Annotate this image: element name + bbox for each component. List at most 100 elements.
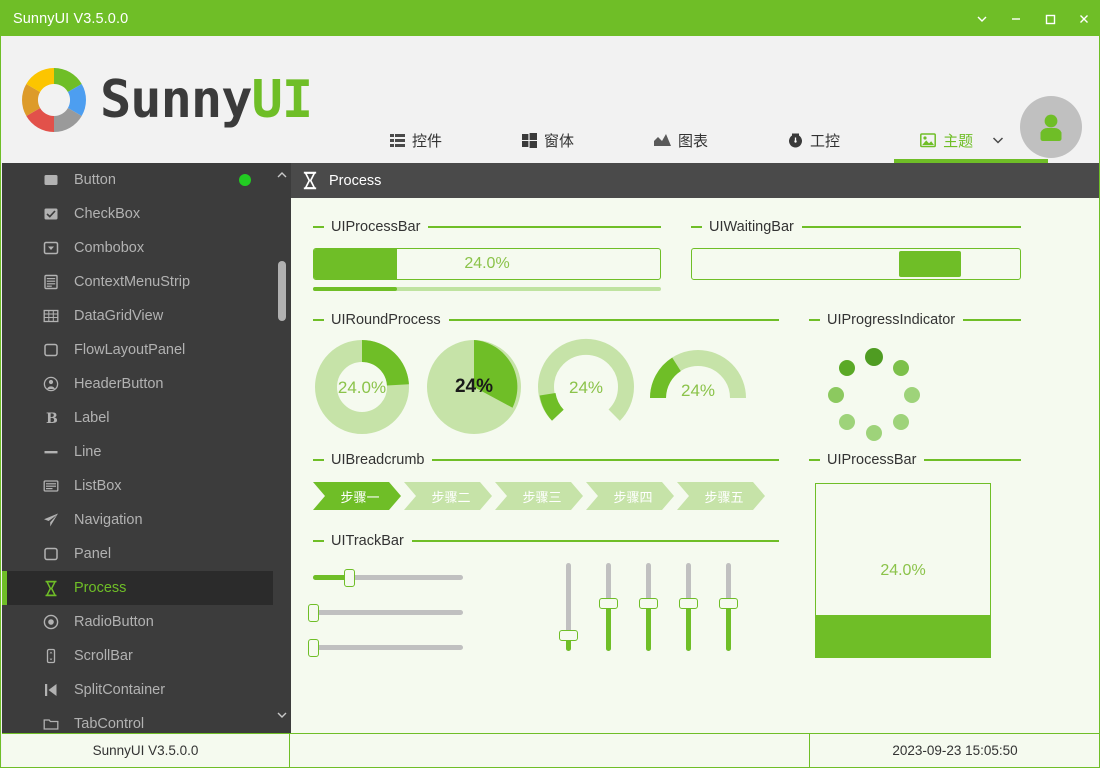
breadcrumb-step[interactable]: 步骤二: [404, 482, 492, 510]
sidebar-item-contextmenustrip[interactable]: ContextMenuStrip: [2, 265, 273, 299]
avatar[interactable]: [1020, 96, 1082, 158]
round-process-value: 24.0%: [337, 378, 387, 397]
nav-item-forms[interactable]: 窗体: [504, 117, 592, 163]
sidebar-item-label: TabControl: [74, 716, 145, 732]
sidebar-item-splitcontainer[interactable]: SplitContainer: [2, 673, 273, 707]
trackbar-thumb[interactable]: [639, 598, 658, 610]
round-process-donut[interactable]: 24.0%: [313, 338, 411, 436]
sidebar-item-navigation[interactable]: Navigation: [2, 503, 273, 537]
group-line: [448, 319, 779, 321]
trackbar-horizontal[interactable]: [313, 564, 463, 590]
title-bar: SunnyUI V3.5.0.0: [1, 1, 1099, 36]
group-roundprocess: UIRoundProcess: [313, 311, 779, 329]
round-process-pie[interactable]: 24%: [425, 338, 523, 436]
sidebar-item-panel[interactable]: Panel: [2, 537, 273, 571]
sidebar-item-checkbox[interactable]: CheckBox: [2, 197, 273, 231]
indicator-dot: [839, 413, 856, 430]
sidebar-item-radiobutton[interactable]: RadioButton: [2, 605, 273, 639]
sidebar: Button CheckBox Combobox ContextMenuStri…: [2, 163, 291, 735]
scroll-down-icon[interactable]: [273, 705, 291, 725]
sidebar-item-label[interactable]: B Label: [2, 401, 273, 435]
sidebar-item-flowlayoutpanel[interactable]: FlowLayoutPanel: [2, 333, 273, 367]
nav-item-theme[interactable]: 主题: [894, 117, 1049, 163]
sidebar-item-label: Panel: [74, 546, 112, 562]
brand-text-green: UI: [251, 70, 314, 130]
trackbar-vertical[interactable]: [716, 563, 742, 651]
group-title: UIProcessBar: [827, 452, 917, 468]
nav-chevron-down-icon[interactable]: [990, 132, 1006, 148]
breadcrumb-step[interactable]: 步骤四: [586, 482, 674, 510]
sidebar-item-button[interactable]: Button: [2, 163, 273, 197]
sidebar-item-datagridview[interactable]: DataGridView: [2, 299, 273, 333]
progress-indicator[interactable]: [819, 340, 929, 450]
sidebar-item-tabcontrol[interactable]: TabControl: [2, 707, 273, 735]
process-bar-horizontal[interactable]: 24.0%: [313, 248, 661, 280]
trackbar-thumb[interactable]: [719, 598, 738, 610]
group-waitingbar: UIWaitingBar: [691, 218, 1021, 280]
group-header: UIProgressIndicator: [809, 311, 1021, 329]
scroll-up-icon[interactable]: [273, 165, 291, 185]
sidebar-item-process[interactable]: Process: [2, 571, 273, 605]
trackbar-vertical[interactable]: [676, 563, 702, 651]
minimize-icon[interactable]: [999, 1, 1033, 36]
round-process-value: 24%: [568, 378, 604, 397]
window-title: SunnyUI V3.5.0.0: [13, 10, 129, 27]
status-bar: SunnyUI V3.5.0.0 2023-09-23 15:05:50: [2, 733, 1099, 767]
breadcrumb: 步骤一 步骤二 步骤三 步骤四 步骤五: [313, 482, 768, 510]
square-icon: [38, 172, 64, 188]
trackbar-vertical[interactable]: [596, 563, 622, 651]
trackbar-vertical[interactable]: [636, 563, 662, 651]
brand-logo[interactable]: SunnyUI: [18, 64, 314, 136]
trackbar-thumb[interactable]: [308, 604, 319, 622]
sidebar-item-label: FlowLayoutPanel: [74, 342, 186, 358]
group-line: [411, 540, 779, 542]
group-line: [801, 226, 1021, 228]
trackbar-thumb[interactable]: [344, 569, 355, 587]
waiting-bar[interactable]: [691, 248, 1021, 280]
close-icon[interactable]: [1067, 1, 1099, 36]
breadcrumb-step[interactable]: 步骤三: [495, 482, 583, 510]
process-line-fill: [313, 287, 397, 291]
trackbar-horizontal[interactable]: [308, 599, 463, 625]
list-icon: [390, 133, 405, 148]
trackbar-thumb[interactable]: [308, 639, 319, 657]
chart-icon: [654, 133, 672, 148]
chevron-down-icon[interactable]: [965, 1, 999, 36]
group-header: UIWaitingBar: [691, 218, 1021, 236]
sidebar-item-combobox[interactable]: Combobox: [2, 231, 273, 265]
waiting-bar-block: [898, 251, 961, 277]
sidebar-scrollbar[interactable]: [273, 163, 291, 735]
sidebar-item-label: DataGridView: [74, 308, 164, 324]
trackbar-vertical[interactable]: [556, 563, 582, 651]
nav-item-industrial[interactable]: 工控: [770, 117, 858, 163]
nav-item-charts[interactable]: 图表: [636, 117, 726, 163]
trackbar-horizontal[interactable]: [308, 634, 463, 660]
breadcrumb-step[interactable]: 步骤一: [313, 482, 401, 510]
process-bar-vertical[interactable]: 24.0%: [815, 483, 991, 658]
sunnyui-wheel-icon: [18, 64, 90, 136]
group-dash: [313, 459, 324, 461]
breadcrumb-step[interactable]: 步骤五: [677, 482, 765, 510]
round-process-value: 24%: [454, 376, 494, 397]
group-title: UIWaitingBar: [709, 219, 794, 235]
round-process-gauge-270[interactable]: 24%: [537, 338, 635, 436]
maximize-icon[interactable]: [1033, 1, 1067, 36]
scrollbar-thumb[interactable]: [278, 261, 286, 321]
line-icon: [38, 444, 64, 460]
trackbar-thumb[interactable]: [679, 598, 698, 610]
nav-item-controls[interactable]: 控件: [372, 117, 460, 163]
header: SunnyUI 控件 窗体 图表 工控 主题: [2, 36, 1099, 163]
group-header: UIProcessBar: [313, 218, 661, 236]
sidebar-item-line[interactable]: Line: [2, 435, 273, 469]
sidebar-item-scrollbar[interactable]: ScrollBar: [2, 639, 273, 673]
group-dash: [313, 540, 324, 542]
trackbar-thumb[interactable]: [559, 630, 578, 642]
trackbar-thumb[interactable]: [599, 598, 618, 610]
sidebar-item-listbox[interactable]: ListBox: [2, 469, 273, 503]
group-title: UITrackBar: [331, 533, 404, 549]
combobox-icon: [38, 240, 64, 256]
nav-item-label: 主题: [943, 132, 974, 150]
round-process-gauge-180[interactable]: 24%: [649, 338, 747, 436]
trackbar-fill: [646, 604, 651, 651]
sidebar-item-headerbutton[interactable]: HeaderButton: [2, 367, 273, 401]
